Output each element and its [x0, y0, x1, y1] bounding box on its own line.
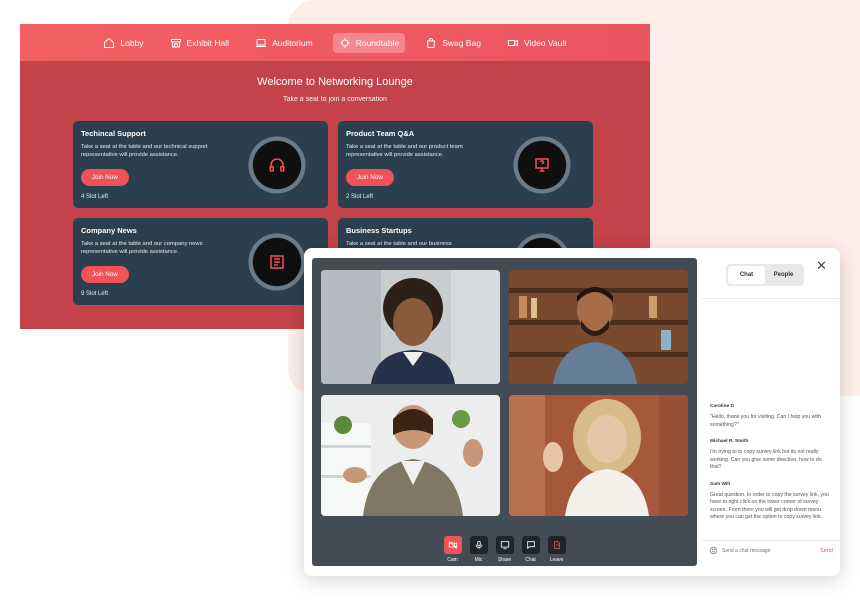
control-chat: Chat — [521, 536, 541, 563]
mic-button[interactable] — [469, 536, 488, 554]
participant-video — [321, 395, 500, 516]
top-navigation: Lobby Exhibit Hall Auditorium Roundtable… — [20, 24, 650, 61]
lounge-subtitle: Take a seat to join a conversation — [283, 96, 387, 103]
roundtable-graphic[interactable] — [240, 225, 314, 299]
nav-label: Auditorium — [272, 37, 313, 48]
message-author: Michael R. Smith — [710, 439, 749, 445]
participant-video — [509, 395, 688, 516]
chat-tabs: Chat People — [726, 264, 804, 286]
nav-label: Roundtable — [355, 37, 400, 48]
table-top — [253, 238, 301, 286]
lounge-title: Welcome to Networking Lounge — [257, 76, 413, 88]
chat-sidebar: Chat People ✕ Caroline D "Hello, thank y… — [702, 248, 840, 576]
table-top — [518, 141, 566, 189]
screenshot-stage: Lobby Exhibit Hall Auditorium Roundtable… — [0, 0, 860, 600]
share-button[interactable] — [495, 536, 514, 554]
chat-button[interactable] — [521, 536, 540, 554]
video-icon — [507, 39, 518, 46]
control-cam: Cam — [443, 536, 463, 563]
control-label: Leave — [549, 557, 564, 563]
roundtable-card-product-team: Product Team Q&A Take a seat at the tabl… — [338, 121, 593, 208]
participant-video — [321, 270, 500, 384]
message-text: I'm trying to to copy survey link but it… — [710, 449, 822, 471]
roundtable-graphic[interactable] — [240, 128, 314, 202]
camera-off-icon — [448, 540, 457, 550]
roundtable-card-company-news: Company News Take a seat at the table an… — [73, 218, 328, 305]
join-now-button[interactable]: Join Now — [346, 168, 394, 186]
chat-messages: Caroline D "Hello, thank you for visitin… — [710, 404, 832, 532]
control-label: Cam — [447, 557, 458, 563]
headphones-icon — [269, 158, 285, 172]
bag-icon — [427, 37, 436, 48]
participant-video-tile[interactable] — [321, 270, 500, 384]
control-label: Mic — [474, 557, 483, 563]
table-top — [253, 141, 301, 189]
roundtable-card-technical-support: Techincal Support Take a seat at the tab… — [73, 121, 328, 208]
card-description: Take a seat at the table and our product… — [346, 144, 463, 158]
emoji-icon[interactable] — [709, 546, 718, 555]
nav-item-lobby[interactable]: Lobby — [97, 33, 149, 53]
nav-item-swag-bag[interactable]: Swag Bag — [419, 33, 487, 53]
chat-message-input[interactable] — [722, 547, 821, 554]
nav-label: Video Vault — [523, 37, 567, 48]
tab-chat[interactable]: Chat — [728, 266, 765, 284]
participant-video-tile[interactable] — [509, 270, 688, 384]
close-icon[interactable]: ✕ — [816, 258, 827, 274]
chat-message: Sam Will Great question. In order to cop… — [710, 482, 832, 522]
control-label: Chat — [525, 557, 536, 563]
nav-item-video-vault[interactable]: Video Vault — [501, 33, 573, 53]
card-description: Take a seat at the table and our company… — [81, 241, 203, 255]
participant-video-tile[interactable] — [321, 395, 500, 516]
leave-icon — [553, 541, 560, 549]
nav-label: Lobby — [120, 37, 144, 48]
control-mic: Mic — [469, 536, 489, 563]
question-monitor-icon — [535, 158, 549, 172]
chat-message: Caroline D "Hello, thank you for visitin… — [710, 404, 832, 429]
join-now-button[interactable]: Join Now — [81, 265, 129, 283]
chat-icon — [526, 541, 535, 550]
divider — [702, 298, 840, 299]
booth-icon — [170, 38, 181, 47]
send-button[interactable]: Send — [820, 548, 833, 554]
join-now-button[interactable]: Join Now — [81, 168, 129, 186]
newspaper-icon — [270, 255, 284, 269]
message-author: Caroline D — [710, 404, 734, 409]
call-controls: Cam Mic Share Chat Leave — [312, 536, 697, 563]
chat-message: Michael R. Smith I'm trying to to copy s… — [710, 439, 832, 472]
roundtable-graphic[interactable] — [505, 128, 579, 202]
control-share: Share — [495, 536, 515, 563]
video-call-panel: Cam Mic Share Chat Leave Chat People ✕ C… — [304, 248, 840, 576]
home-icon — [104, 37, 115, 48]
chat-composer: Send — [702, 540, 840, 560]
nav-item-exhibit-hall[interactable]: Exhibit Hall — [164, 33, 236, 53]
share-screen-icon — [500, 541, 509, 550]
mic-icon — [475, 540, 482, 549]
participant-video-tile[interactable] — [509, 395, 688, 516]
roundtable-icon — [339, 37, 350, 48]
nav-item-auditorium[interactable]: Auditorium — [249, 33, 319, 53]
nav-label: Exhibit Hall — [186, 37, 230, 48]
message-author: Sam Will — [710, 481, 730, 487]
cam-button[interactable] — [443, 536, 462, 554]
nav-label: Swag Bag — [442, 37, 481, 48]
leave-button[interactable] — [547, 536, 566, 554]
message-text: "Hello, thank you for visiting. Can I he… — [710, 414, 821, 428]
card-description: Take a seat at the table and our technic… — [81, 144, 208, 158]
nav-item-roundtable[interactable]: Roundtable — [332, 32, 406, 53]
participant-video — [509, 270, 688, 384]
tab-people[interactable]: People — [765, 266, 802, 284]
control-leave: Leave — [547, 536, 567, 563]
video-grid: Cam Mic Share Chat Leave — [312, 258, 697, 566]
control-label: Share — [497, 557, 512, 563]
message-text: Great question. In order to copy the sur… — [710, 491, 829, 521]
monitor-icon — [256, 38, 267, 47]
